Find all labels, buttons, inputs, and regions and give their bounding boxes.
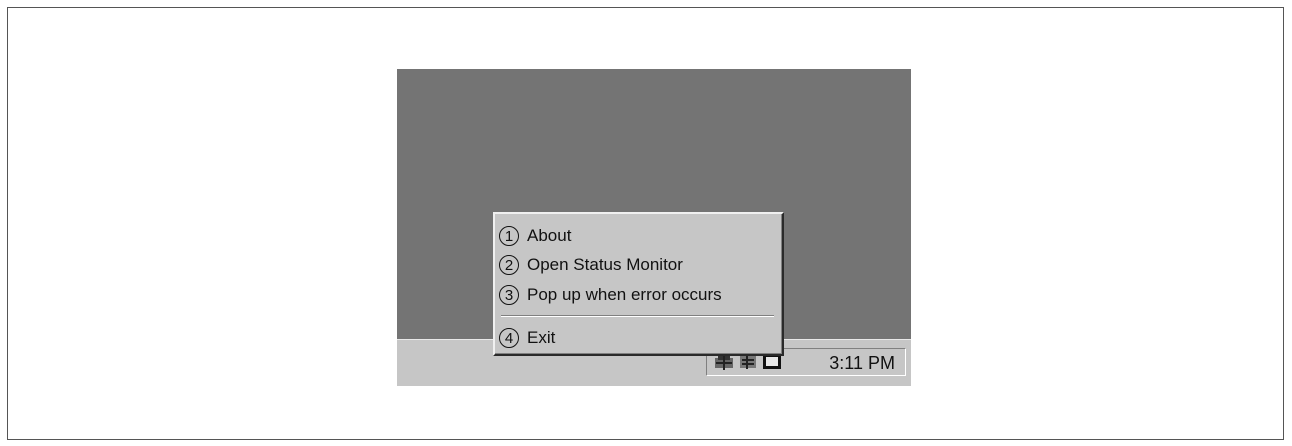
menu-item-label: About: [527, 226, 572, 245]
menu-item-label: Exit: [527, 328, 556, 347]
menu-item-pop-up-when-error-occurs[interactable]: 3 Pop up when error occurs: [499, 281, 722, 309]
menu-item-open-status-monitor[interactable]: 2 Open Status Monitor: [499, 251, 683, 279]
menu-item-about[interactable]: 1 About: [499, 222, 571, 250]
menu-separator: [501, 315, 774, 317]
menu-item-label: Open Status Monitor: [527, 255, 683, 274]
menu-item-exit[interactable]: 4 Exit: [499, 324, 555, 352]
callout-number-3: 3: [499, 285, 519, 305]
taskbar-clock[interactable]: 3:11 PM: [829, 353, 895, 374]
tray-context-menu: 1 About 2 Open Status Monitor 3 Pop up w…: [493, 212, 784, 356]
callout-number-2: 2: [499, 255, 519, 275]
callout-number-1: 1: [499, 226, 519, 246]
menu-item-label: Pop up when error occurs: [527, 285, 722, 304]
callout-number-4: 4: [499, 328, 519, 348]
